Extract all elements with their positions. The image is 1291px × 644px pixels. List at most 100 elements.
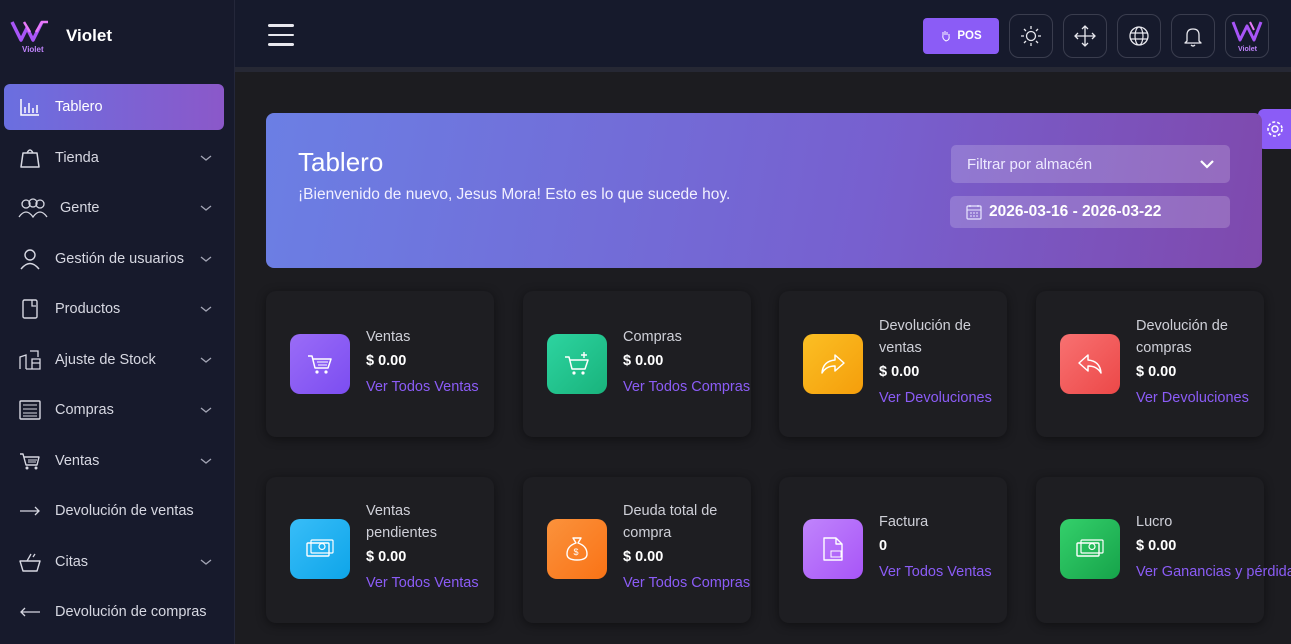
date-range-picker[interactable]: 2026-03-16 - 2026-03-22 (950, 196, 1230, 228)
sidebar-item-label: Gestión de usuarios (55, 250, 184, 267)
bell-icon (1184, 28, 1202, 47)
money-icon (290, 519, 350, 579)
sidebar-item-devolucion-ventas[interactable]: Devolución de ventas (4, 488, 224, 534)
arrow-right-icon (18, 499, 42, 523)
chevron-down-icon (200, 306, 212, 312)
card-title: Factura (879, 514, 929, 530)
stat-card-devolucion-compras: Devolución de compras $ 0.00 Ver Devoluc… (1036, 291, 1264, 437)
brand[interactable]: Violet Violet (10, 16, 112, 56)
money-bag-icon: $ (547, 519, 607, 579)
chevron-down-icon (200, 457, 212, 464)
stat-card-ventas-pendientes: Ventas pendientes $ 0.00 Ver Todos Venta… (266, 477, 494, 623)
people-icon (18, 196, 48, 220)
card-link[interactable]: Ver Todos Ventas (879, 561, 1019, 583)
card-link[interactable]: Ver Todos Ventas (366, 376, 506, 398)
chevron-down-icon (200, 356, 212, 363)
card-link[interactable]: Ver Devoluciones (879, 387, 1019, 409)
chevron-down-icon (200, 255, 212, 262)
sidebar: Violet Violet Tablero Tienda Gente Gesti… (0, 0, 235, 644)
chart-icon (18, 95, 42, 119)
sidebar-item-gente[interactable]: Gente (4, 185, 224, 231)
card-link[interactable]: Ver Ganancias y pérdidas (1136, 561, 1291, 583)
sidebar-item-label: Devolución de ventas (55, 503, 194, 519)
stat-card-factura: Factura 0 Ver Todos Ventas (779, 477, 1007, 623)
card-link[interactable]: Ver Devoluciones (1136, 387, 1276, 409)
globe-icon (1129, 26, 1149, 46)
card-title: Ventas (366, 329, 411, 345)
reply-arrow-icon (1060, 334, 1120, 394)
cart-plus-icon (547, 334, 607, 394)
sidebar-item-gestion-usuarios[interactable]: Gestión de usuarios (4, 236, 224, 282)
card-title: Ventas pendientes (366, 503, 437, 541)
stat-card-lucro: Lucro $ 0.00 Ver Ganancias y pérdidas (1036, 477, 1291, 623)
pos-button[interactable]: POS (923, 18, 999, 54)
sidebar-item-tienda[interactable]: Tienda (4, 135, 224, 181)
sidebar-nav: Tablero Tienda Gente Gestión de usuarios (4, 84, 224, 640)
card-link[interactable]: Ver Todos Compras (623, 572, 763, 594)
welcome-message: ¡Bienvenido de nuevo, Jesus Mora! Esto e… (298, 186, 731, 203)
settings-panel-button[interactable] (1258, 109, 1291, 149)
card-title: Devolución de ventas (879, 318, 971, 356)
fullscreen-button[interactable] (1063, 14, 1107, 58)
share-arrow-icon (803, 334, 863, 394)
stat-card-devolucion-ventas: Devolución de ventas $ 0.00 Ver Devoluci… (779, 291, 1007, 437)
notifications-button[interactable] (1171, 14, 1215, 58)
user-avatar[interactable]: Violet (1225, 14, 1269, 58)
purchases-icon (18, 398, 42, 422)
sidebar-item-citas[interactable]: Citas (4, 539, 224, 585)
card-link[interactable]: Ver Todos Ventas (366, 572, 506, 594)
stat-card-ventas: Ventas $ 0.00 Ver Todos Ventas (266, 291, 494, 437)
stat-card-compras: Compras $ 0.00 Ver Todos Compras (523, 291, 751, 437)
card-value: $ 0.00 (366, 549, 407, 565)
card-value: $ 0.00 (623, 549, 664, 565)
cash-icon (1060, 519, 1120, 579)
logo-text: Violet (22, 45, 44, 54)
card-value: $ 0.00 (1136, 538, 1177, 554)
brand-name: Violet (66, 26, 112, 45)
menu-toggle-icon[interactable] (268, 24, 294, 46)
sidebar-item-label: Ajuste de Stock (55, 351, 156, 368)
date-range-value: 2026-03-16 - 2026-03-22 (989, 203, 1162, 220)
chevron-down-icon (200, 205, 212, 211)
chevron-down-icon (1200, 159, 1214, 169)
card-value: $ 0.00 (1136, 364, 1177, 380)
sidebar-item-label: Productos (55, 301, 121, 317)
avatar-logo-text: Violet (1238, 46, 1258, 53)
sidebar-item-compras[interactable]: Compras (4, 387, 224, 433)
violet-logo-icon: Violet (1231, 21, 1263, 53)
card-value: $ 0.00 (366, 353, 407, 369)
card-value: 0 (879, 538, 888, 554)
page-title: Tablero (298, 147, 384, 177)
dashboard-banner: Tablero ¡Bienvenido de nuevo, Jesus Mora… (266, 113, 1262, 268)
sidebar-item-label: Citas (55, 553, 89, 570)
sidebar-item-tablero[interactable]: Tablero (4, 84, 224, 130)
sidebar-item-ajuste-stock[interactable]: Ajuste de Stock (4, 337, 224, 383)
card-title: Deuda total de compra (623, 503, 718, 541)
warehouse-filter-label: Filtrar por almacén (967, 155, 1093, 173)
card-value: $ 0.00 (879, 364, 920, 380)
gear-icon (1266, 121, 1283, 137)
sidebar-item-label: Devolución de compras (55, 604, 207, 620)
card-title: Compras (623, 329, 682, 345)
sidebar-item-label: Compras (55, 402, 114, 418)
user-icon (18, 247, 42, 271)
warehouse-filter-select[interactable]: Filtrar por almacén (951, 145, 1230, 183)
stock-icon (18, 348, 42, 372)
sidebar-item-label: Tablero (55, 99, 103, 115)
sidebar-item-devolucion-compras[interactable]: Devolución de compras (4, 589, 224, 635)
basket-icon (18, 550, 42, 574)
chevron-down-icon (200, 154, 212, 161)
calendar-icon (966, 204, 982, 220)
sidebar-item-ventas[interactable]: Ventas (4, 438, 224, 484)
sidebar-item-productos[interactable]: Productos (4, 286, 224, 332)
cart-icon (290, 334, 350, 394)
product-icon (18, 297, 42, 321)
top-header: POS Violet (235, 0, 1291, 72)
theme-toggle-button[interactable] (1009, 14, 1053, 58)
card-link[interactable]: Ver Todos Compras (623, 376, 763, 398)
sidebar-item-label: Gente (60, 200, 100, 216)
fullscreen-icon (1074, 25, 1096, 47)
store-icon (18, 146, 42, 170)
language-button[interactable] (1117, 14, 1161, 58)
invoice-icon (803, 519, 863, 579)
